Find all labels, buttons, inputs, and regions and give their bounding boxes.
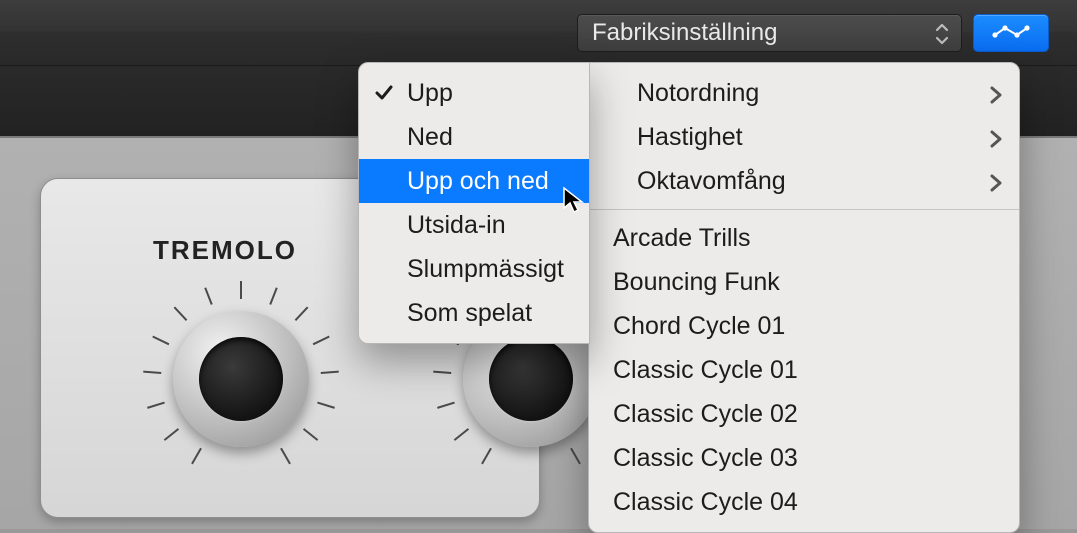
menu-item[interactable]: Hastighet xyxy=(589,115,1019,159)
menu-item-label: Classic Cycle 03 xyxy=(613,444,798,473)
submenu-item-label: Ned xyxy=(407,123,453,152)
preset-select[interactable]: Fabriksinställning xyxy=(577,14,962,52)
updown-icon xyxy=(933,21,951,47)
menu-item-label: Classic Cycle 04 xyxy=(613,488,798,517)
check-icon xyxy=(373,81,395,103)
submenu-item[interactable]: Slumpmässigt xyxy=(359,247,589,291)
menu-item-label: Notordning xyxy=(637,79,759,108)
menu-item-label: Hastighet xyxy=(637,123,743,152)
menu-item[interactable]: Notordning xyxy=(589,71,1019,115)
section-label: TREMOLO xyxy=(153,235,297,266)
menu-item[interactable]: Classic Cycle 02 xyxy=(589,392,1019,436)
chevron-right-icon xyxy=(987,127,1005,147)
menu-item[interactable]: Oktavomfång xyxy=(589,159,1019,203)
submenu-item[interactable]: Ned xyxy=(359,115,589,159)
submenu-item-label: Upp och ned xyxy=(407,167,549,196)
submenu-item-label: Upp xyxy=(407,79,453,108)
note-order-submenu: Upp Ned Upp och ned Utsida-in Slumpmässigt So… xyxy=(358,62,590,344)
plugin-toolbar: Fabriksinställning xyxy=(0,0,1077,66)
submenu-item[interactable]: Upp och ned xyxy=(359,159,589,203)
submenu-item-label: Utsida-in xyxy=(407,211,506,240)
compare-icon xyxy=(990,22,1032,45)
chevron-right-icon xyxy=(987,83,1005,103)
menu-item-label: Chord Cycle 01 xyxy=(613,312,785,341)
menu-item-label: Classic Cycle 01 xyxy=(613,356,798,385)
submenu-item[interactable]: Utsida-in xyxy=(359,203,589,247)
menu-item-label: Oktavomfång xyxy=(637,167,786,196)
preset-select-label: Fabriksinställning xyxy=(592,19,777,47)
menu-separator xyxy=(589,209,1019,210)
submenu-item[interactable]: Som spelat xyxy=(359,291,589,335)
cursor-icon xyxy=(562,186,586,216)
menu-item[interactable]: Classic Cycle 04 xyxy=(589,480,1019,524)
menu-item-label: Bouncing Funk xyxy=(613,268,780,297)
preset-menu: Notordning Hastighet Oktavomfång Arcade Tri… xyxy=(588,62,1020,533)
compare-button[interactable] xyxy=(973,14,1049,52)
submenu-item-label: Som spelat xyxy=(407,299,532,328)
menu-item[interactable]: Arcade Trills xyxy=(589,216,1019,260)
menu-item[interactable]: Bouncing Funk xyxy=(589,260,1019,304)
menu-item[interactable]: Chord Cycle 01 xyxy=(589,304,1019,348)
menu-item-label: Classic Cycle 02 xyxy=(613,400,798,429)
submenu-item[interactable]: Upp xyxy=(359,71,589,115)
submenu-item-label: Slumpmässigt xyxy=(407,255,564,284)
menu-item[interactable]: Classic Cycle 03 xyxy=(589,436,1019,480)
chevron-right-icon xyxy=(987,171,1005,191)
tremolo-knob-1[interactable] xyxy=(141,279,341,479)
menu-item[interactable]: Classic Cycle 01 xyxy=(589,348,1019,392)
menu-item-label: Arcade Trills xyxy=(613,224,751,253)
